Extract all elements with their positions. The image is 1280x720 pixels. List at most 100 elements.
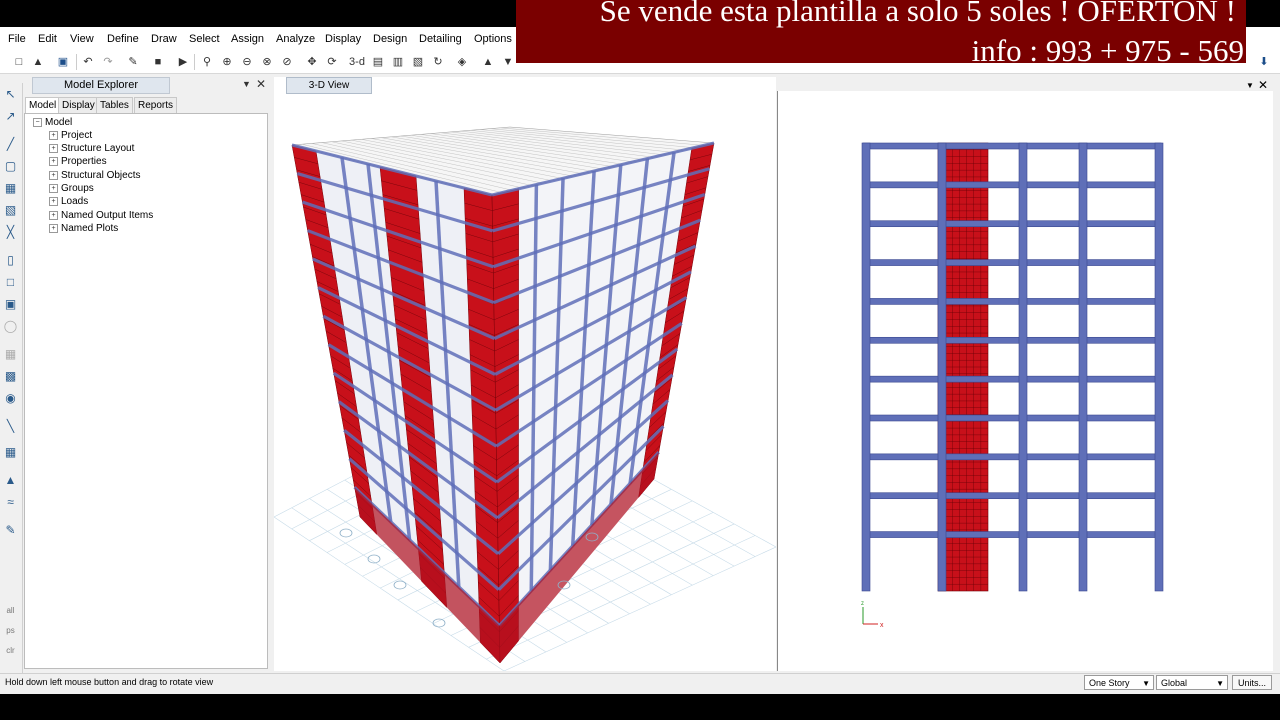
- draw-opening-icon[interactable]: ◯: [3, 319, 18, 334]
- expand-icon[interactable]: +: [49, 196, 58, 206]
- menu-file[interactable]: File: [8, 33, 26, 45]
- pointer-icon[interactable]: ↖: [3, 87, 18, 102]
- chevron-down-icon[interactable]: ▼: [1246, 81, 1254, 90]
- zoom-extents-icon[interactable]: ⊗: [259, 54, 275, 70]
- refresh-icon[interactable]: ↻: [430, 54, 446, 70]
- tree-node-model[interactable]: − Model: [33, 117, 72, 128]
- collapse-icon[interactable]: −: [33, 117, 42, 127]
- zoom-in-icon[interactable]: ⊕: [219, 54, 235, 70]
- expand-icon[interactable]: +: [49, 183, 58, 193]
- chevron-down-icon[interactable]: ▼: [242, 79, 251, 89]
- tab-tables[interactable]: Tables: [96, 97, 133, 114]
- save-icon[interactable]: ▣: [55, 54, 71, 70]
- tree-node-groups[interactable]: + Groups: [49, 183, 94, 194]
- expand-icon[interactable]: +: [49, 143, 58, 153]
- elevation-view-icon[interactable]: ▥: [390, 54, 406, 70]
- coordinate-system-value: Global: [1161, 678, 1188, 688]
- plan-view-icon[interactable]: ▤: [370, 54, 386, 70]
- menu-draw[interactable]: Draw: [151, 33, 177, 45]
- column: [1078, 142, 1088, 592]
- open-icon[interactable]: ▲: [30, 54, 46, 70]
- elevation-view-panel[interactable]: xz: [777, 91, 1273, 671]
- building-elevation[interactable]: xz: [778, 91, 1273, 671]
- rotate-icon[interactable]: ⟳: [324, 54, 340, 70]
- zoom-out-icon[interactable]: ⊖: [239, 54, 255, 70]
- menu-detailing[interactable]: Detailing: [419, 33, 462, 45]
- story-select[interactable]: One Story ▼: [1084, 675, 1154, 690]
- tab-reports[interactable]: Reports: [134, 97, 178, 114]
- reshape-icon[interactable]: ↗: [3, 109, 18, 124]
- draw-line-icon[interactable]: ╱: [3, 137, 18, 152]
- file-new-icon[interactable]: □: [11, 54, 27, 70]
- tree-node-label: Loads: [61, 196, 89, 207]
- move-up-icon[interactable]: ▲: [480, 54, 496, 70]
- close-icon[interactable]: ✕: [256, 77, 266, 91]
- redo-icon[interactable]: ↷: [100, 54, 116, 70]
- custom-view-icon[interactable]: ▧: [410, 54, 426, 70]
- draw-point-icon[interactable]: ◉: [3, 391, 18, 406]
- expand-icon[interactable]: +: [49, 223, 58, 233]
- previous-selection-icon[interactable]: ps: [3, 623, 18, 638]
- wave-icon[interactable]: ≈: [3, 495, 18, 510]
- draw-floor-icon[interactable]: ▯: [3, 253, 18, 268]
- menu-analyze[interactable]: Analyze: [276, 33, 315, 45]
- tab-display[interactable]: Display: [58, 97, 99, 114]
- tree-node-named-plots[interactable]: + Named Plots: [49, 223, 118, 234]
- tree-node-structure-layout[interactable]: + Structure Layout: [49, 143, 134, 154]
- undo-icon[interactable]: ↶: [80, 54, 96, 70]
- close-icon[interactable]: ✕: [1258, 78, 1268, 92]
- menu-define[interactable]: Define: [107, 33, 139, 45]
- clear-selection-icon[interactable]: clr: [3, 643, 18, 658]
- tree-node-named-output-items[interactable]: + Named Output Items: [49, 210, 153, 221]
- beam: [862, 181, 1162, 189]
- view-3d-panel[interactable]: [273, 77, 777, 672]
- tree-node-project[interactable]: + Project: [49, 130, 92, 141]
- draw-wall-icon[interactable]: ▣: [3, 297, 18, 312]
- coordinate-system-select[interactable]: Global ▼: [1156, 675, 1228, 690]
- expand-icon[interactable]: +: [49, 210, 58, 220]
- zoom-previous-icon[interactable]: ⊘: [279, 54, 295, 70]
- zoom-window-icon[interactable]: ⚲: [199, 54, 215, 70]
- draw-link-icon[interactable]: ╲: [3, 419, 18, 434]
- status-message: Hold down left mouse button and drag to …: [5, 677, 214, 687]
- expand-icon[interactable]: +: [49, 170, 58, 180]
- expand-icon[interactable]: +: [49, 156, 58, 166]
- perspective-icon[interactable]: ◈: [454, 54, 470, 70]
- menu-design[interactable]: Design: [373, 33, 407, 45]
- draw-column-icon[interactable]: ▦: [3, 181, 18, 196]
- tab-model[interactable]: Model: [25, 97, 61, 114]
- menu-edit[interactable]: Edit: [38, 33, 57, 45]
- run-icon[interactable]: ▶: [175, 54, 191, 70]
- menu-options[interactable]: Options: [474, 33, 512, 45]
- download-icon[interactable]: ⬇: [1256, 54, 1272, 70]
- menu-view[interactable]: View: [70, 33, 94, 45]
- menu-assign[interactable]: Assign: [231, 33, 264, 45]
- draw-cross-icon[interactable]: ╳: [3, 225, 18, 240]
- view-3d-button[interactable]: 3-d: [346, 54, 368, 70]
- pencil-icon[interactable]: ✎: [125, 54, 141, 70]
- tree-node-properties[interactable]: + Properties: [49, 156, 107, 167]
- menu-display[interactable]: Display: [325, 33, 361, 45]
- tree-node-loads[interactable]: + Loads: [49, 196, 88, 207]
- expand-icon[interactable]: +: [49, 130, 58, 140]
- draw-brace-icon[interactable]: ▧: [3, 203, 18, 218]
- dimension-icon[interactable]: ✎: [3, 523, 18, 538]
- status-bar: Hold down left mouse button and drag to …: [0, 673, 1280, 694]
- pan-icon[interactable]: ✥: [304, 54, 320, 70]
- building-3d-model[interactable]: [273, 77, 777, 672]
- units-button[interactable]: Units...: [1232, 675, 1272, 690]
- select-all-icon[interactable]: all: [3, 603, 18, 618]
- grid-icon[interactable]: ▦: [3, 445, 18, 460]
- grid-bubble: [339, 528, 353, 538]
- lock-icon[interactable]: ■: [150, 54, 166, 70]
- beam: [862, 259, 1162, 266]
- draw-rectangle-icon[interactable]: □: [3, 275, 18, 290]
- tree-node-structural-objects[interactable]: + Structural Objects: [49, 170, 140, 181]
- move-down-icon[interactable]: ▼: [500, 54, 516, 70]
- tab-3d-view[interactable]: 3-D View: [286, 77, 372, 94]
- tendon-icon[interactable]: ▲: [3, 473, 18, 488]
- draw-area-icon[interactable]: ▩: [3, 369, 18, 384]
- draw-beam-icon[interactable]: ▢: [3, 159, 18, 174]
- menu-select[interactable]: Select: [189, 33, 220, 45]
- draw-section-icon[interactable]: ▦: [3, 347, 18, 362]
